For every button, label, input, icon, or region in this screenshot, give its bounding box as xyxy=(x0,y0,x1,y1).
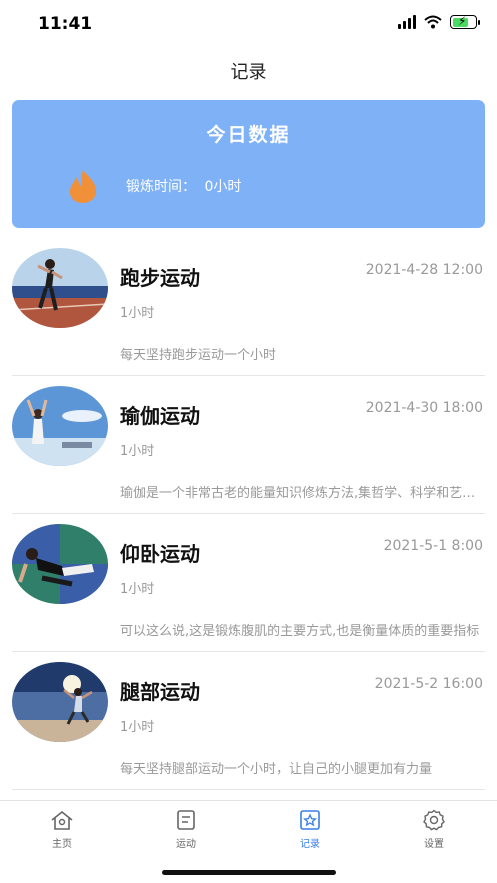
status-time: 11:41 xyxy=(38,14,93,34)
record-date: 2021-5-1 8:00 xyxy=(383,538,483,554)
running-thumbnail xyxy=(12,248,108,328)
battery-icon: ⚡ xyxy=(450,14,480,29)
situp-thumbnail xyxy=(12,524,108,604)
record-name: 仰卧运动 xyxy=(120,542,200,566)
today-title: 今日数据 xyxy=(206,124,291,146)
record-description: 可以这么说,这是锻炼腹肌的主要方式,也是衡量体质的重要指标 xyxy=(120,624,480,639)
tab-exercise[interactable]: 运动 xyxy=(156,809,216,850)
record-date: 2021-4-30 18:00 xyxy=(365,400,483,416)
list-icon xyxy=(177,810,195,830)
tab-label: 运动 xyxy=(176,839,196,850)
tab-label: 主页 xyxy=(52,839,72,850)
yoga-thumbnail xyxy=(12,386,108,466)
home-icon xyxy=(51,810,73,830)
status-bar: 11:41 ⚡ xyxy=(0,0,497,46)
record-date: 2021-5-2 16:00 xyxy=(374,676,483,692)
flame-icon xyxy=(69,170,97,203)
record-duration: 1小时 xyxy=(120,306,155,321)
tab-home[interactable]: 主页 xyxy=(32,809,92,850)
record-duration: 1小时 xyxy=(120,582,155,597)
gear-icon xyxy=(423,809,445,831)
page-title: 记录 xyxy=(230,62,267,83)
tab-records[interactable]: 记录 xyxy=(280,809,340,850)
record-item-situp[interactable]: 仰卧运动 2021-5-1 8:00 1小时 可以这么说,这是锻炼腹肌的主要方式… xyxy=(12,514,485,652)
signal-icon xyxy=(398,15,416,29)
today-data-card: 今日数据 锻炼时间： 0小时 xyxy=(12,100,485,228)
record-duration: 1小时 xyxy=(120,720,155,735)
record-name: 跑步运动 xyxy=(120,266,200,290)
tab-settings[interactable]: 设置 xyxy=(404,809,464,850)
record-description: 瑜伽是一个非常古老的能量知识修炼方法,集哲学、科学和艺术于一身 xyxy=(120,486,482,501)
exercise-time-value: 0小时 xyxy=(204,179,242,195)
status-icons: ⚡ xyxy=(398,14,480,29)
exercise-time-label: 锻炼时间： xyxy=(126,179,196,195)
home-indicator[interactable] xyxy=(162,870,336,875)
record-item-yoga[interactable]: 瑜伽运动 2021-4-30 18:00 1小时 瑜伽是一个非常古老的能量知识修… xyxy=(12,376,485,514)
tab-label: 设置 xyxy=(424,839,444,850)
star-record-icon xyxy=(300,810,320,830)
leg-thumbnail xyxy=(12,662,108,742)
record-item-running[interactable]: 跑步运动 2021-4-28 12:00 1小时 每天坚持跑步运动一个小时 xyxy=(12,238,485,376)
record-item-leg[interactable]: 腿部运动 2021-5-2 16:00 1小时 每天坚持腿部运动一个小时，让自己… xyxy=(12,652,485,790)
record-description: 每天坚持跑步运动一个小时 xyxy=(120,348,277,363)
wifi-icon xyxy=(424,15,442,29)
record-list: 跑步运动 2021-4-28 12:00 1小时 每天坚持跑步运动一个小时 瑜伽… xyxy=(0,238,497,790)
record-name: 瑜伽运动 xyxy=(120,404,200,428)
record-description: 每天坚持腿部运动一个小时，让自己的小腿更加有力量 xyxy=(120,762,433,777)
record-duration: 1小时 xyxy=(120,444,155,459)
record-date: 2021-4-28 12:00 xyxy=(365,262,483,278)
exercise-time-row: 锻炼时间： 0小时 xyxy=(126,176,245,196)
record-name: 腿部运动 xyxy=(120,680,200,704)
tab-label: 记录 xyxy=(300,839,320,850)
